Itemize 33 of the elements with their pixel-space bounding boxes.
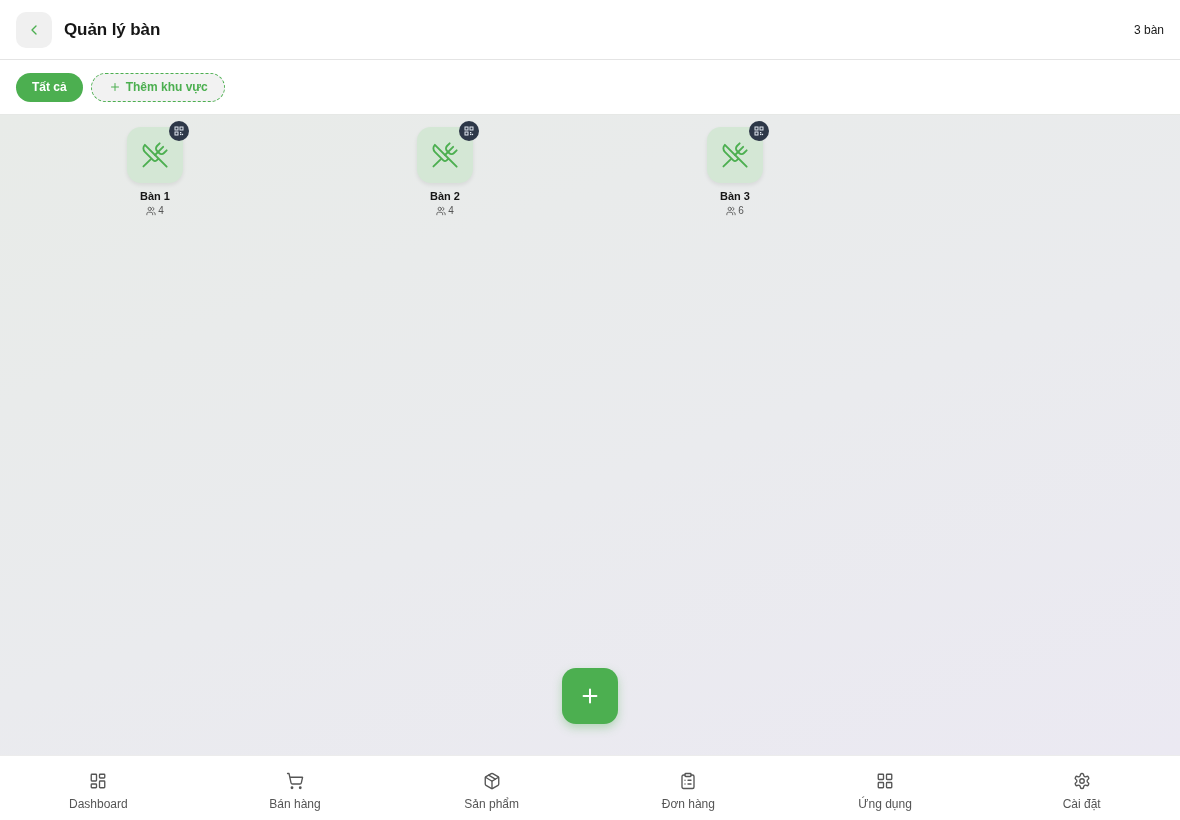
table-tile[interactable] [707,127,763,183]
nav-item[interactable]: Ứng dụng [786,756,984,820]
grid-icon [876,772,894,790]
people-icon [146,205,157,216]
seat-count: 4 [158,204,164,217]
qr-code-icon[interactable] [169,121,189,141]
box-icon [482,772,501,790]
seat-count: 6 [738,204,744,217]
page-title: Quản lý bàn [64,19,161,40]
nav-item[interactable]: Sản phẩm [393,756,590,820]
clipboard-icon [679,772,698,790]
table-name: Bàn 3 [720,189,750,203]
table-count: 3 bàn [1133,22,1164,37]
nav-item[interactable]: Bán hàng [196,756,394,820]
utensils-icon [721,141,749,169]
cart-icon [286,772,304,790]
qr-code-icon[interactable] [749,121,769,141]
dashboard-icon [89,772,108,790]
table-tile[interactable] [417,127,473,183]
qr-code-icon[interactable] [459,121,479,141]
people-icon [726,205,737,216]
nav-item[interactable]: Dashboard [0,756,197,820]
table-name: Bàn 2 [430,189,460,203]
settings-icon [1072,772,1091,790]
table-name: Bàn 1 [140,189,170,203]
table-tile[interactable] [127,127,183,183]
utensils-icon [141,141,169,169]
seat-count: 4 [448,204,454,217]
nav-item[interactable]: Cài đặt [983,756,1180,820]
plus-icon [108,81,121,93]
nav-item[interactable]: Đơn hàng [590,756,787,820]
people-icon [436,205,447,216]
utensils-icon [431,141,459,169]
